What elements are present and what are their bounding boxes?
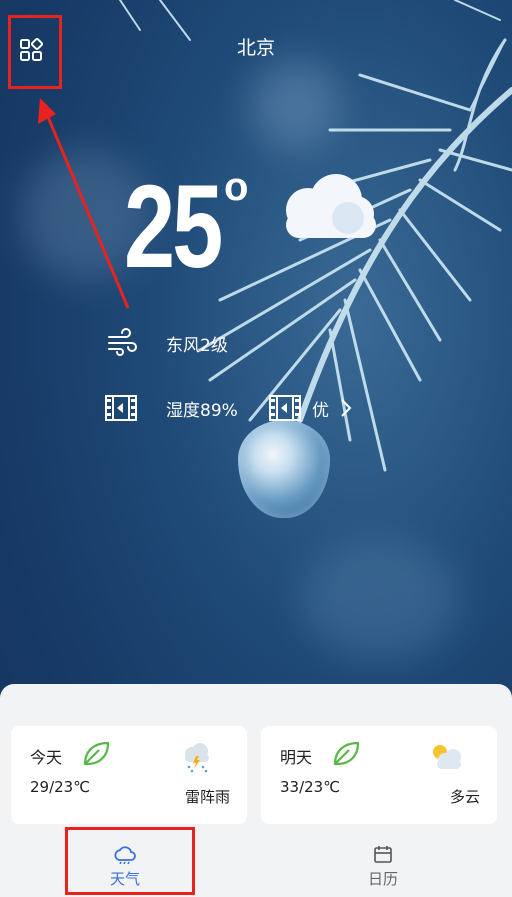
forecast-desc: 雷阵雨 (184, 788, 230, 806)
chevron-right-icon (341, 399, 352, 417)
calendar-icon (374, 846, 392, 863)
leaf-icon (83, 741, 110, 766)
current-temperature: 25 (124, 161, 223, 293)
air-quality-text: 优 (312, 400, 329, 421)
film-icon (269, 395, 301, 421)
forecast-range: 29/23℃ (30, 778, 91, 796)
forecast-panel: 今天 29/23℃ 雷阵雨 明天 33/23℃ 多云 天气 日历 (0, 684, 512, 897)
air-quality-row[interactable]: 优 (268, 394, 381, 422)
nav-label: 日历 (367, 870, 398, 888)
forecast-day: 今天 (30, 748, 63, 767)
wind-text: 东风2级 (166, 335, 228, 356)
wind-icon (108, 328, 137, 356)
cloud-icon (286, 174, 376, 238)
city-name[interactable]: 北京 (0, 33, 512, 60)
film-icon (105, 395, 137, 421)
nav-tab-calendar[interactable]: 日历 (343, 844, 423, 889)
forecast-card-today[interactable]: 今天 29/23℃ 雷阵雨 (11, 726, 247, 824)
humidity-row: 湿度89% (104, 394, 238, 422)
humidity-text: 湿度89% (166, 400, 238, 421)
frozen-branch-decoration (119, 0, 512, 472)
wind-row: 东风2级 (106, 328, 228, 358)
forecast-card-tomorrow[interactable]: 明天 33/23℃ 多云 (261, 726, 497, 824)
leaf-icon (333, 741, 360, 766)
forecast-day: 明天 (280, 748, 313, 767)
annotation-highlight-box (65, 827, 195, 895)
thunder-rain-icon (185, 743, 209, 773)
forecast-desc: 多云 (449, 788, 480, 806)
forecast-range: 33/23℃ (280, 778, 341, 796)
partly-cloudy-icon (433, 745, 461, 769)
degree-symbol: o (224, 165, 249, 209)
